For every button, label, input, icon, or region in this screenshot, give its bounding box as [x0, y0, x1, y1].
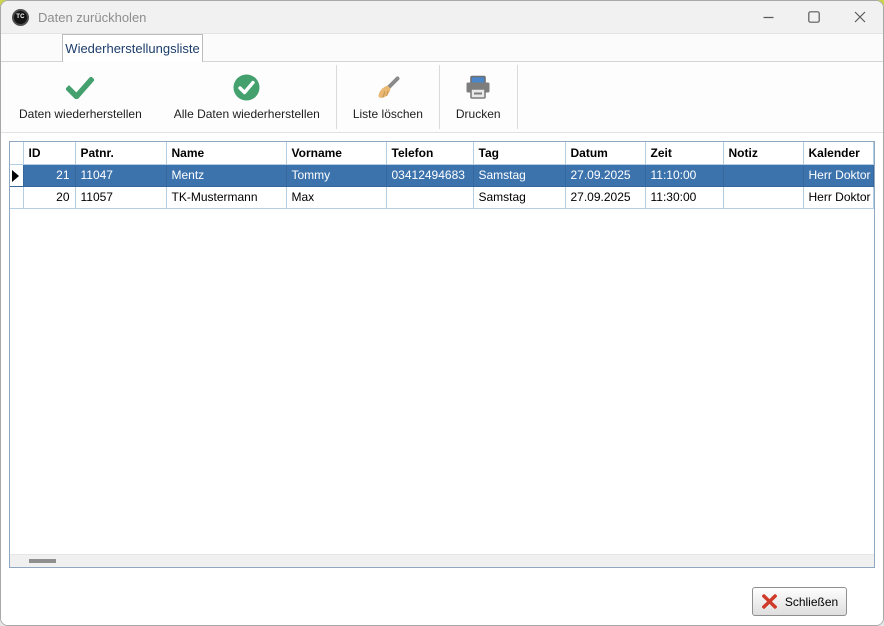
table-row[interactable]: 2111047MentzTommy03412494683Samstag27.09…: [10, 164, 874, 186]
restore-all-data-label: Alle Daten wiederherstellen: [174, 107, 320, 121]
app-icon: TC: [12, 9, 29, 26]
tab-wiederherstellungsliste[interactable]: Wiederherstellungsliste: [62, 34, 203, 62]
column-header[interactable]: Tag: [473, 142, 565, 164]
table-cell[interactable]: 03412494683: [386, 164, 473, 186]
schliessen-label: Schließen: [785, 595, 838, 609]
grid-header-row: IDPatnr.NameVornameTelefonTagDatumZeitNo…: [10, 142, 874, 164]
print-label: Drucken: [456, 107, 501, 121]
column-header[interactable]: Zeit: [645, 142, 723, 164]
check-icon: [66, 74, 94, 102]
grid-body: 2111047MentzTommy03412494683Samstag27.09…: [10, 164, 874, 208]
footer: Schließen: [1, 568, 883, 625]
clear-list-label: Liste löschen: [353, 107, 423, 121]
column-header[interactable]: Notiz: [723, 142, 803, 164]
table-cell[interactable]: TK-Mustermann: [166, 186, 286, 208]
column-header[interactable]: Kalender: [803, 142, 874, 164]
red-x-icon: [761, 593, 778, 610]
table-cell[interactable]: Mentz: [166, 164, 286, 186]
minimize-icon: [763, 12, 774, 23]
maximize-button[interactable]: [791, 1, 837, 33]
row-indicator: [10, 186, 23, 208]
recovery-table: IDPatnr.NameVornameTelefonTagDatumZeitNo…: [10, 142, 874, 209]
table-cell[interactable]: Herr Doktor: [803, 164, 874, 186]
table-cell[interactable]: Samstag: [473, 164, 565, 186]
table-cell[interactable]: 11:30:00: [645, 186, 723, 208]
table-cell[interactable]: 21: [23, 164, 75, 186]
table-cell[interactable]: [386, 186, 473, 208]
minimize-button[interactable]: [745, 1, 791, 33]
table-row[interactable]: 2011057TK-MustermannMax Samstag27.09.2025…: [10, 186, 874, 208]
title-bar: TC Daten zurückholen: [1, 1, 883, 33]
table-cell[interactable]: 20: [23, 186, 75, 208]
dialog-window: TC Daten zurückholen Wiederherstellungsl…: [0, 0, 884, 626]
tab-page: Daten wiederherstellen Alle Daten wieder…: [1, 61, 883, 625]
toolbar: Daten wiederherstellen Alle Daten wieder…: [1, 62, 883, 133]
table-cell[interactable]: [723, 164, 803, 186]
column-header[interactable]: Telefon: [386, 142, 473, 164]
window-title: Daten zurückholen: [38, 10, 146, 25]
table-cell[interactable]: 11:10:00: [645, 164, 723, 186]
table-cell[interactable]: 11057: [75, 186, 166, 208]
clear-list-button[interactable]: Liste löschen: [337, 62, 439, 132]
table-cell[interactable]: 27.09.2025: [565, 186, 645, 208]
schliessen-button[interactable]: Schließen: [752, 587, 847, 616]
close-button[interactable]: [837, 1, 883, 33]
restore-data-button[interactable]: Daten wiederherstellen: [3, 62, 158, 132]
broom-icon: [375, 74, 401, 102]
table-cell[interactable]: 11047: [75, 164, 166, 186]
tab-strip: Wiederherstellungsliste: [1, 33, 883, 61]
print-button[interactable]: Drucken: [440, 62, 517, 132]
restore-data-label: Daten wiederherstellen: [19, 107, 142, 121]
scrollbar-thumb[interactable]: [29, 559, 56, 563]
indicator-column-header: [10, 142, 23, 164]
table-cell[interactable]: 27.09.2025: [565, 164, 645, 186]
table-cell[interactable]: [723, 186, 803, 208]
restore-all-data-button[interactable]: Alle Daten wiederherstellen: [158, 62, 336, 132]
toolbar-separator: [517, 65, 518, 129]
window-controls: [745, 1, 883, 33]
close-icon: [854, 11, 866, 23]
maximize-icon: [808, 11, 820, 23]
table-cell[interactable]: Tommy: [286, 164, 386, 186]
column-header[interactable]: ID: [23, 142, 75, 164]
horizontal-scrollbar[interactable]: [10, 554, 874, 567]
row-indicator: [10, 164, 23, 186]
printer-icon: [464, 74, 492, 102]
table-cell[interactable]: Max: [286, 186, 386, 208]
column-header[interactable]: Patnr.: [75, 142, 166, 164]
current-row-arrow-icon: [12, 170, 19, 182]
table-cell[interactable]: Herr Doktor: [803, 186, 874, 208]
recovery-list-grid: IDPatnr.NameVornameTelefonTagDatumZeitNo…: [9, 141, 875, 568]
column-header[interactable]: Datum: [565, 142, 645, 164]
column-header[interactable]: Vorname: [286, 142, 386, 164]
column-header[interactable]: Name: [166, 142, 286, 164]
circle-check-icon: [233, 74, 260, 102]
table-cell[interactable]: Samstag: [473, 186, 565, 208]
